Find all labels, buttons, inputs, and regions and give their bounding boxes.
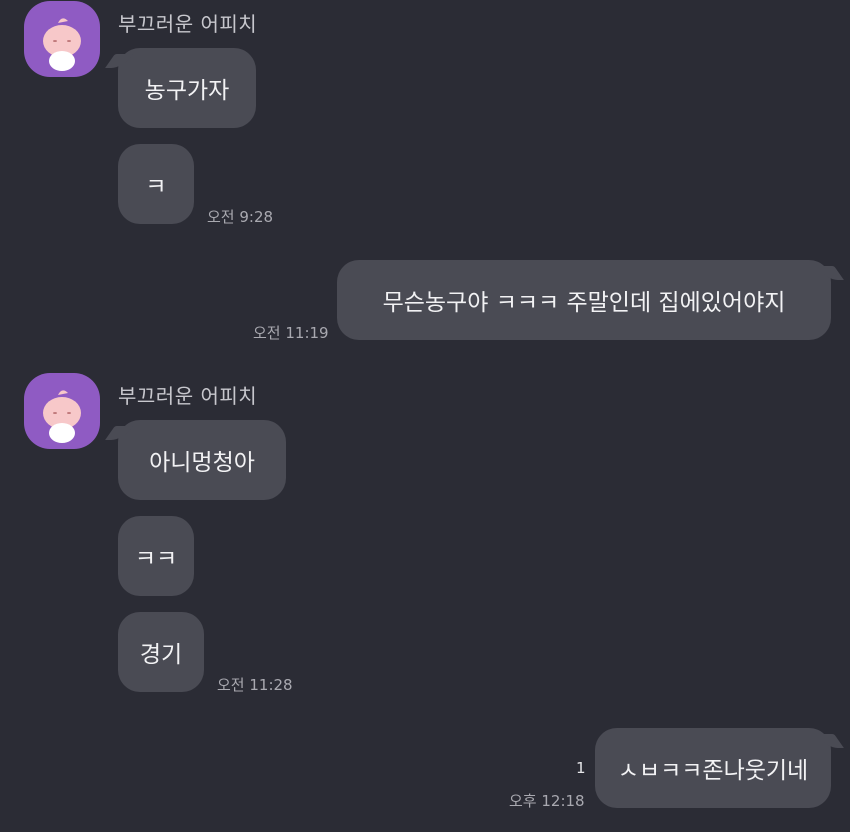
sender-name: 부끄러운 어피치 (118, 384, 258, 408)
my-message-bubble[interactable]: 무슨농구야 ㅋㅋㅋ 주말인데 집에있어야지 (337, 260, 831, 340)
message-bubble[interactable]: 농구가자 (118, 48, 256, 128)
message-timestamp: 오후 12:18 (509, 792, 585, 810)
message-bubble[interactable]: 아니멍청아 (118, 420, 286, 500)
apeach-character-icon (43, 18, 81, 71)
unread-count: 1 (576, 759, 586, 777)
avatar-apeach[interactable] (24, 1, 100, 77)
message-bubble[interactable]: 경기 (118, 612, 204, 692)
avatar-apeach[interactable] (24, 373, 100, 449)
message-bubble[interactable]: ㅋ (118, 144, 194, 224)
sender-name: 부끄러운 어피치 (118, 12, 258, 36)
message-timestamp: 오전 9:28 (207, 208, 274, 226)
apeach-character-icon (43, 390, 81, 443)
message-timestamp: 오전 11:19 (253, 324, 329, 342)
message-bubble[interactable]: ㅋㅋ (118, 516, 194, 596)
message-timestamp: 오전 11:28 (217, 676, 293, 694)
my-message-bubble[interactable]: ㅅㅂㅋㅋ존나웃기네 (595, 728, 831, 808)
